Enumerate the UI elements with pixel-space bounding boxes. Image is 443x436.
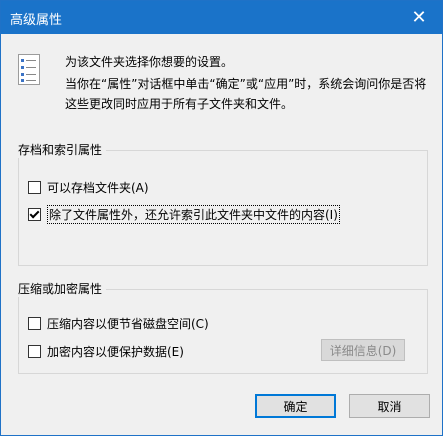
compress-group-title: 压缩或加密属性 [18,280,107,297]
dialog-content: 为该文件夹选择你想要的设置。 当你在“属性”对话框中单击“确定”或“应用”时，系… [1,34,442,435]
encrypt-label: 加密内容以便保护数据(E) [47,345,184,359]
index-checkbox-row[interactable]: 除了文件属性外，还允许索引此文件夹中文件的内容(I) [28,205,340,224]
ok-button-label: 确定 [283,399,308,414]
index-label: 除了文件属性外，还允许索引此文件夹中文件的内容(I) [47,205,340,224]
compress-checkbox[interactable] [28,317,41,330]
index-checkbox[interactable] [28,208,41,221]
archive-checkbox-row[interactable]: 可以存档文件夹(A) [28,179,149,196]
close-icon: ✕ [411,7,427,28]
cancel-button[interactable]: 取消 [349,394,430,418]
description-line-1: 为该文件夹选择你想要的设置。 [65,55,234,69]
dialog-title: 高级属性 [10,13,63,28]
properties-list-icon [18,54,40,85]
encrypt-checkbox[interactable] [28,345,41,358]
encrypt-checkbox-row[interactable]: 加密内容以便保护数据(E) [28,343,184,360]
title-bar: 高级属性 ✕ [1,1,442,34]
description-line-2: 当你在“属性”对话框中单击“确定”或“应用”时，系统会询问你是否将这些更改同时应… [65,77,427,111]
compress-label: 压缩内容以便节省磁盘空间(C) [47,317,209,331]
advanced-attributes-dialog: 高级属性 ✕ 为该文件夹选择你想要的设置。 当你在“属性”对话框中单击“确定”或… [0,0,443,436]
archive-group-title: 存档和索引属性 [18,141,107,158]
compress-checkbox-row[interactable]: 压缩内容以便节省磁盘空间(C) [28,315,209,332]
cancel-button-label: 取消 [377,399,402,414]
ok-button[interactable]: 确定 [255,394,336,418]
archive-label: 可以存档文件夹(A) [47,181,149,195]
details-button-label: 详细信息(D) [329,343,397,358]
details-button[interactable]: 详细信息(D) [321,339,405,361]
archive-checkbox[interactable] [28,181,41,194]
close-button[interactable]: ✕ [396,1,442,34]
